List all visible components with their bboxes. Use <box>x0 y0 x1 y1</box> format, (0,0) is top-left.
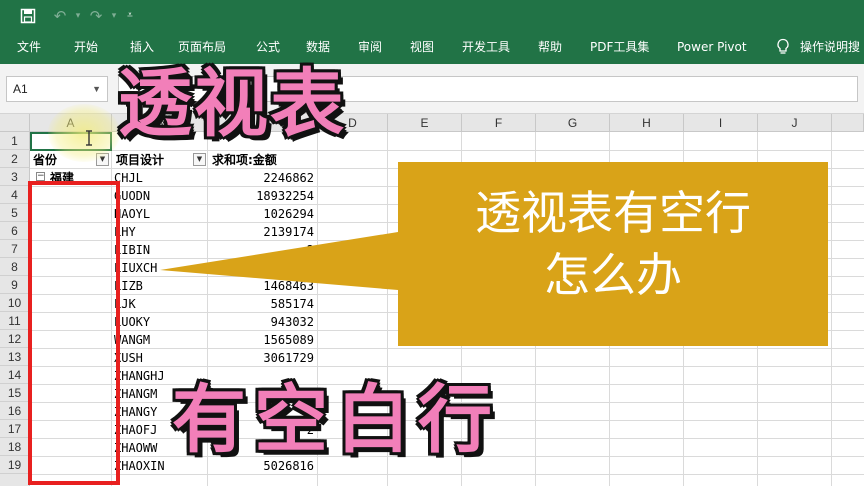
column-header-i[interactable]: I <box>684 114 758 132</box>
pivot-project-cell[interactable]: WANGM <box>114 331 206 349</box>
overlay-subtitle: 有空白行 <box>172 377 500 463</box>
text-cursor-icon <box>86 130 92 146</box>
name-box[interactable]: A1 ▼ <box>6 76 108 102</box>
row-header-4[interactable]: 4 <box>0 186 30 204</box>
callout-line-2: 怎么办 <box>544 248 682 302</box>
row-header-9[interactable]: 9 <box>0 276 30 294</box>
undo-icon[interactable]: ↶ <box>50 6 70 26</box>
pivot-project-cell[interactable]: LIBIN <box>114 241 206 259</box>
redo-icon[interactable]: ↷ <box>86 6 106 26</box>
pivot-amount-cell[interactable]: 585174 <box>210 295 314 313</box>
row-header-12[interactable]: 12 <box>0 330 30 348</box>
row-header-2[interactable]: 2 <box>0 150 30 168</box>
row-header-11[interactable]: 11 <box>0 312 30 330</box>
pivot-amount-cell[interactable]: 2 <box>210 241 314 259</box>
pivot-project-cell[interactable]: LJK <box>114 295 206 313</box>
tab-pdf-tools[interactable]: PDF工具集 <box>590 34 649 64</box>
row-header-18[interactable]: 18 <box>0 438 30 456</box>
row-header-13[interactable]: 13 <box>0 348 30 366</box>
pivot-amount-cell[interactable]: 18932254 <box>210 187 314 205</box>
column-header-e[interactable]: E <box>388 114 462 132</box>
column-header-g[interactable]: G <box>536 114 610 132</box>
pivot-header-sum: 求和项:金额 <box>212 153 277 167</box>
customize-icon[interactable]: ⩡ <box>120 6 140 26</box>
column-header-f[interactable]: F <box>462 114 536 132</box>
pivot-amount-cell[interactable]: 1565089 <box>210 331 314 349</box>
row-header-17[interactable]: 17 <box>0 420 30 438</box>
row-header-8[interactable]: 8 <box>0 258 30 276</box>
title-bar: ↶ ▾ ↷ ▾ ⩡ <box>0 0 864 34</box>
pivot-amount-cell[interactable]: 2139174 <box>210 223 314 241</box>
column-header-h[interactable]: H <box>610 114 684 132</box>
row-header-16[interactable]: 16 <box>0 402 30 420</box>
row-header-14[interactable]: 14 <box>0 366 30 384</box>
row-header-1[interactable]: 1 <box>0 132 30 150</box>
pivot-project-cell[interactable]: CHJL <box>114 169 206 187</box>
row-header-3[interactable]: 3 <box>0 168 30 186</box>
row-header-7[interactable]: 7 <box>0 240 30 258</box>
tab-review[interactable]: 审阅 <box>358 34 382 64</box>
tab-file[interactable]: 文件 <box>17 34 41 64</box>
lightbulb-icon <box>777 38 789 54</box>
pivot-project-cell[interactable]: GUODN <box>114 187 206 205</box>
tab-view[interactable]: 视图 <box>410 34 434 64</box>
column-header-k[interactable] <box>832 114 864 132</box>
undo-dropdown-icon[interactable]: ▾ <box>68 6 88 26</box>
pivot-amount-cell[interactable]: 943032 <box>210 313 314 331</box>
row-header-6[interactable]: 6 <box>0 222 30 240</box>
name-box-value: A1 <box>13 82 28 96</box>
pivot-amount-cell[interactable]: 3100232 <box>210 259 314 277</box>
pivot-project-cell[interactable]: LUOKY <box>114 313 206 331</box>
pivot-amount-cell[interactable]: 1026294 <box>210 205 314 223</box>
pivot-amount-cell[interactable]: 1468463 <box>210 277 314 295</box>
row-header-5[interactable]: 5 <box>0 204 30 222</box>
tell-me-search[interactable]: 操作说明搜 <box>800 34 860 64</box>
empty-rows-highlight-box <box>28 181 120 485</box>
row-header-19[interactable]: 19 <box>0 456 30 474</box>
select-all-corner[interactable] <box>0 114 30 132</box>
tab-power-pivot[interactable]: Power Pivot <box>677 34 747 64</box>
collapse-icon[interactable]: − <box>36 172 45 181</box>
pivot-header-project: 项目设计 <box>116 153 165 167</box>
column-header-j[interactable]: J <box>758 114 832 132</box>
row-header-15[interactable]: 15 <box>0 384 30 402</box>
overlay-title: 透视表 <box>118 61 346 147</box>
row-header-20[interactable] <box>0 474 30 486</box>
pivot-project-cell[interactable]: LIUXCH <box>114 259 206 277</box>
tab-home[interactable]: 开始 <box>74 34 98 64</box>
pivot-amount-cell[interactable]: 2246862 <box>210 169 314 187</box>
pivot-project-cell[interactable]: LIZB <box>114 277 206 295</box>
callout-text: 透视表有空行 怎么办 <box>398 182 828 306</box>
save-icon[interactable] <box>18 6 38 26</box>
filter-dropdown-icon[interactable]: ▼ <box>193 153 206 166</box>
pivot-project-cell[interactable]: LHY <box>114 223 206 241</box>
tab-help[interactable]: 帮助 <box>538 34 562 64</box>
tab-developer[interactable]: 开发工具 <box>462 34 510 64</box>
chevron-down-icon[interactable]: ▼ <box>92 77 101 101</box>
row-header-10[interactable]: 10 <box>0 294 30 312</box>
pivot-project-cell[interactable]: HAOYL <box>114 205 206 223</box>
callout-line-1: 透视表有空行 <box>475 186 751 240</box>
